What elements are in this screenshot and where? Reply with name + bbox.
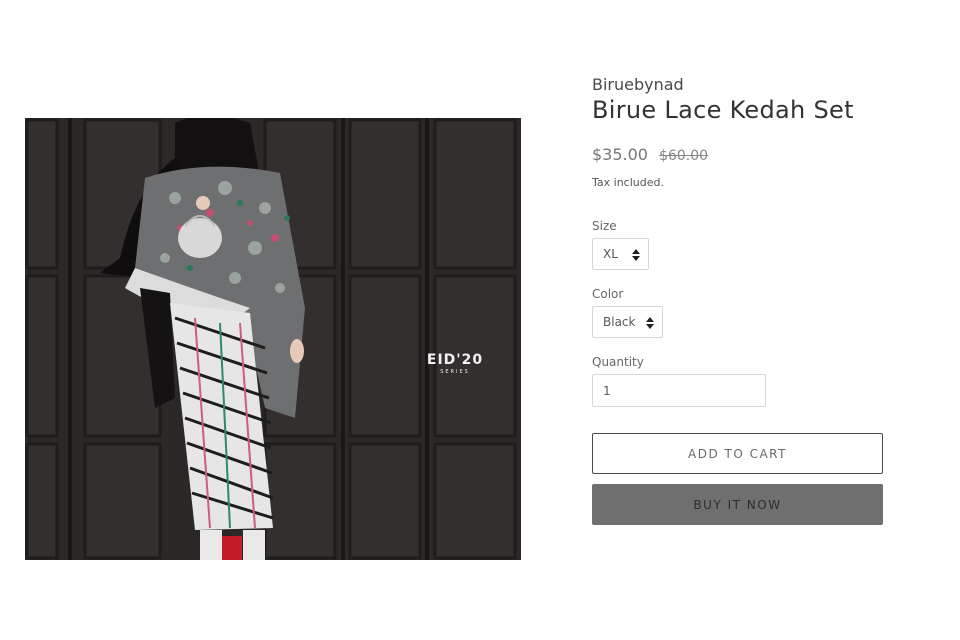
product-photo-illustration	[25, 118, 517, 560]
size-label: Size	[592, 219, 617, 233]
color-label: Color	[592, 287, 624, 301]
color-select-value: Black	[603, 315, 636, 329]
product-title: Birue Lace Kedah Set	[592, 96, 854, 124]
price-row: $35.00 $60.00	[592, 145, 708, 164]
watermark-subtext: SERIES	[440, 369, 470, 375]
sale-price: $35.00	[592, 145, 648, 164]
size-select[interactable]: XL	[592, 238, 649, 270]
add-to-cart-button[interactable]: ADD TO CART	[592, 433, 883, 474]
watermark-text: EID'20	[426, 352, 484, 368]
color-select[interactable]: Black	[592, 306, 663, 338]
compare-at-price: $60.00	[659, 148, 709, 164]
quantity-input[interactable]	[592, 374, 766, 407]
buy-it-now-button[interactable]: BUY IT NOW	[592, 484, 883, 525]
eid-series-watermark: EID'20 SERIES	[425, 352, 485, 375]
product-vendor[interactable]: Biruebynad	[592, 75, 684, 94]
quantity-label: Quantity	[592, 355, 644, 369]
select-arrows-icon	[646, 317, 654, 329]
tax-note: Tax included.	[592, 176, 664, 189]
size-select-value: XL	[603, 247, 618, 261]
select-arrows-icon	[632, 249, 640, 261]
product-image[interactable]: EID'20 SERIES	[25, 118, 521, 560]
